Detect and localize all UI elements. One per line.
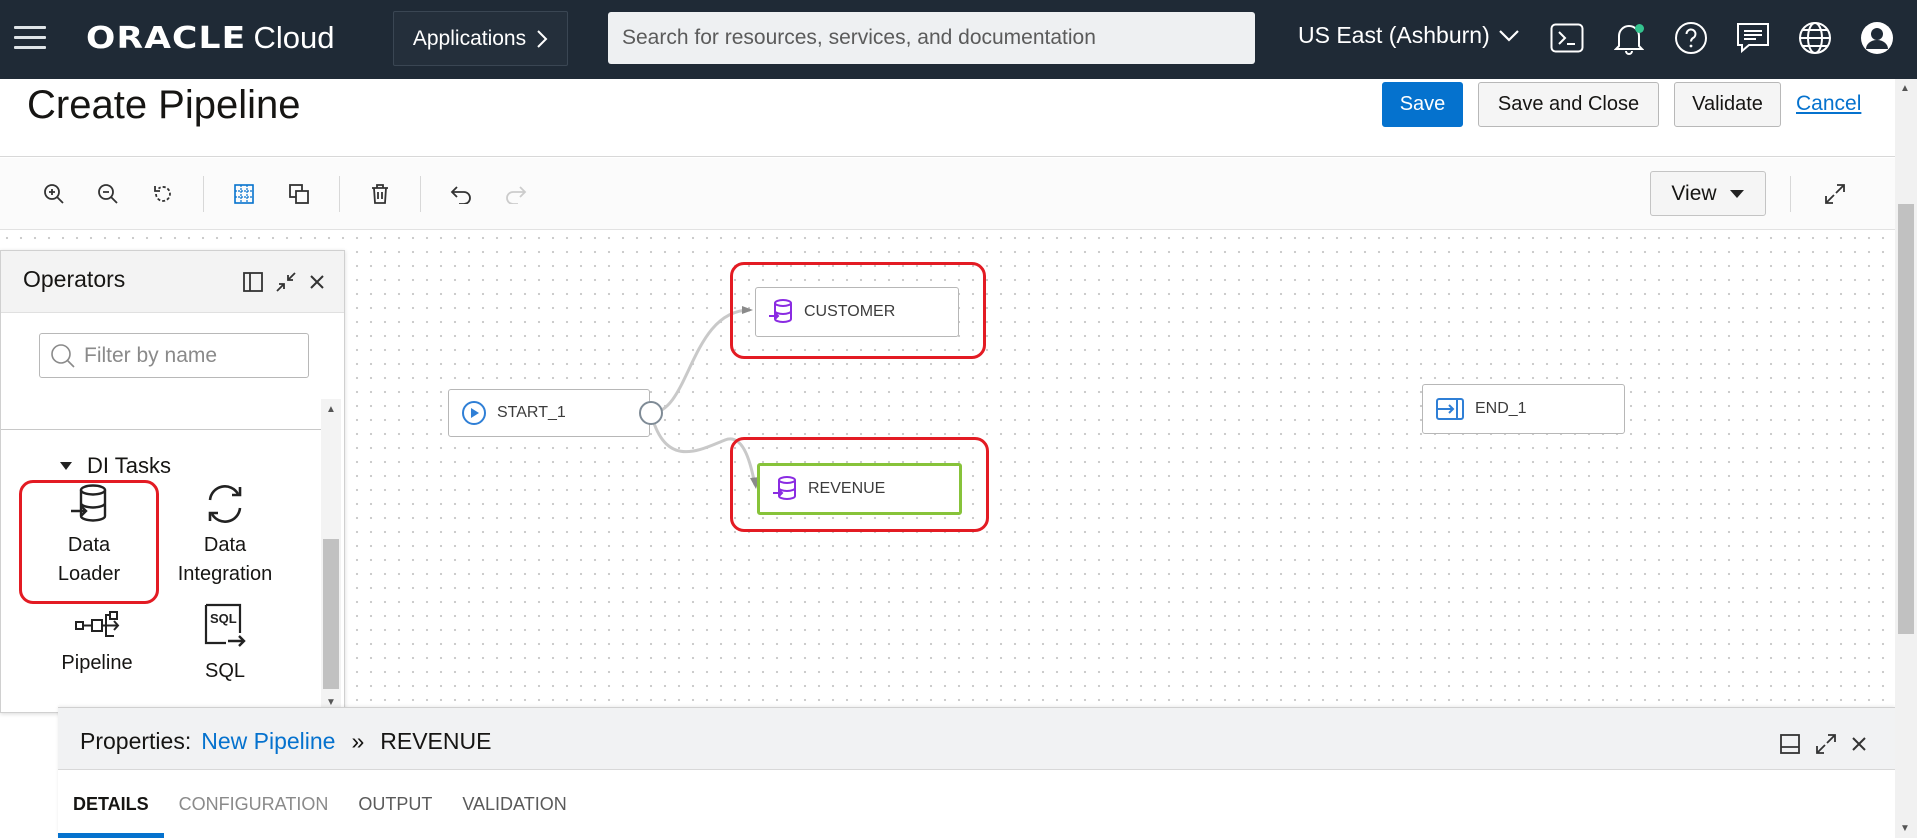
tab-output[interactable]: OUTPUT: [343, 770, 447, 838]
data-loader-icon: [769, 299, 792, 323]
tab-details[interactable]: DETAILS: [58, 770, 164, 838]
start-node-label: START_1: [497, 404, 566, 421]
operators-panel-header: Operators: [1, 251, 344, 313]
page-scrollbar[interactable]: ▲ ▼: [1895, 79, 1917, 838]
data-loader-icon: [773, 476, 796, 500]
properties-header: Properties: New Pipeline » REVENUE: [58, 708, 1895, 770]
filter-placeholder: Filter by name: [84, 343, 218, 367]
properties-label: Properties:: [80, 728, 192, 754]
di-tasks-group[interactable]: DI Tasks: [59, 453, 171, 479]
revenue-node[interactable]: REVENUE: [757, 463, 962, 515]
start-node[interactable]: START_1: [448, 389, 650, 437]
operators-scrollbar[interactable]: ▲ ▼: [321, 399, 341, 711]
close-icon[interactable]: [1847, 732, 1871, 756]
data-integration-icon: [208, 485, 242, 523]
exit-icon: [1436, 398, 1464, 420]
selected-node-name: REVENUE: [380, 728, 492, 754]
tab-configuration[interactable]: CONFIGURATION: [164, 770, 344, 838]
svg-text:SQL: SQL: [210, 611, 237, 626]
data-loader-icon: [71, 484, 107, 522]
customer-node-label: CUSTOMER: [804, 303, 896, 320]
di-tasks-label: DI Tasks: [87, 453, 171, 478]
pipeline-link[interactable]: New Pipeline: [201, 728, 335, 755]
search-icon: [51, 343, 75, 368]
sql-operator[interactable]: SQL SQL: [165, 603, 285, 686]
tab-validation[interactable]: VALIDATION: [447, 770, 581, 838]
dock-panel-icon[interactable]: [240, 269, 266, 295]
expand-icon[interactable]: [1814, 732, 1838, 756]
properties-panel: Properties: New Pipeline » REVENUE DETAI…: [58, 707, 1895, 838]
data-loader-label-1: Data: [67, 534, 111, 556]
filter-input[interactable]: Filter by name: [39, 333, 309, 378]
data-integration-label-1: Data: [203, 534, 247, 556]
start-output-port[interactable]: [639, 401, 663, 425]
data-integration-operator[interactable]: Data Integration: [165, 483, 285, 589]
caret-down-icon: [60, 462, 72, 470]
end-node-label: END_1: [1475, 400, 1527, 417]
properties-title: Properties: New Pipeline » REVENUE: [80, 728, 491, 755]
collapse-icon[interactable]: [273, 269, 299, 295]
end-node[interactable]: END_1: [1422, 384, 1625, 434]
pipeline-operator[interactable]: Pipeline: [37, 609, 157, 678]
revenue-node-label: REVENUE: [808, 480, 886, 497]
breadcrumb-separator: »: [351, 728, 365, 754]
play-icon: [462, 401, 486, 425]
pipeline-label: Pipeline: [61, 652, 133, 674]
data-loader-label-2: Loader: [57, 563, 121, 585]
properties-tabs: DETAILS CONFIGURATION OUTPUT VALIDATION: [58, 770, 582, 838]
pipeline-icon: [75, 611, 120, 637]
operators-panel: Operators Filter by name ▲ ▼ DI Tasks Da…: [0, 250, 345, 713]
customer-node[interactable]: CUSTOMER: [755, 287, 959, 337]
data-integration-label-2: Integration: [177, 563, 273, 585]
sql-icon: SQL: [204, 603, 246, 647]
close-icon[interactable]: [304, 269, 330, 295]
operators-title: Operators: [23, 266, 126, 292]
minimize-panel-icon[interactable]: [1778, 732, 1802, 756]
data-loader-operator[interactable]: Data Loader: [29, 483, 149, 589]
sql-label: SQL: [204, 660, 246, 682]
